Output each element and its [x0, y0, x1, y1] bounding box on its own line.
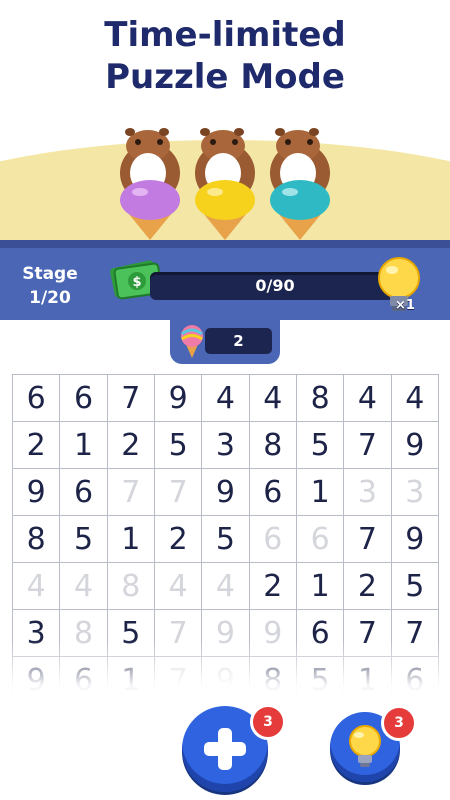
stage-progress: 1/20 [29, 288, 71, 308]
grid-cell[interactable]: 8 [249, 657, 297, 704]
grid-cell[interactable]: 1 [107, 657, 155, 704]
add-button-badge: 3 [250, 704, 286, 740]
hint-count: ×1 [395, 298, 415, 313]
grid-cell[interactable]: 4 [202, 563, 250, 610]
grid-cell[interactable]: 5 [296, 657, 345, 704]
grid-cell[interactable]: 4 [391, 375, 439, 422]
grid-cell[interactable]: 7 [344, 516, 392, 563]
grid-cell[interactable]: 9 [154, 375, 203, 422]
grid-cell[interactable]: 4 [60, 563, 108, 610]
grid-cell[interactable]: 6 [296, 610, 345, 657]
grid-cell[interactable]: 5 [391, 563, 439, 610]
grid-cell[interactable]: 8 [296, 375, 345, 422]
grid-cell[interactable]: 3 [202, 422, 250, 469]
grid-cell[interactable]: 7 [154, 657, 203, 704]
grid-cell[interactable]: 5 [60, 516, 108, 563]
grid-cell[interactable]: 2 [344, 563, 392, 610]
grid-cell[interactable]: 8 [13, 516, 61, 563]
progress-text: 0/90 [255, 276, 295, 295]
stage-label: Stage [22, 264, 78, 284]
grid-cell[interactable]: 6 [249, 469, 297, 516]
grid-cell[interactable]: 1 [296, 469, 345, 516]
grid-cell[interactable]: 4 [154, 563, 203, 610]
grid-cell[interactable]: 4 [13, 563, 61, 610]
grid-cell[interactable]: 3 [13, 610, 61, 657]
plus-icon-vertical [218, 728, 232, 770]
grid-cell[interactable]: 7 [344, 422, 392, 469]
grid-cell[interactable]: 6 [391, 657, 439, 704]
grid-cell[interactable]: 6 [60, 375, 108, 422]
grid-cell[interactable]: 8 [249, 422, 297, 469]
promo-banner: Time-limited Puzzle Mode [0, 0, 450, 245]
grid-cell[interactable]: 5 [202, 516, 250, 563]
grid-cell[interactable]: 1 [60, 422, 108, 469]
grid-cell[interactable]: 9 [249, 610, 297, 657]
grid-cell[interactable]: 4 [344, 375, 392, 422]
grid-cell[interactable]: 9 [202, 610, 250, 657]
grid-cell[interactable]: 1 [296, 563, 345, 610]
grid-cell[interactable]: 9 [13, 657, 61, 704]
grid-cell[interactable]: 1 [344, 657, 392, 704]
grid-cell[interactable]: 9 [391, 422, 439, 469]
grid-cell[interactable]: 6 [13, 375, 61, 422]
promo-title: Time-limited Puzzle Mode [0, 14, 450, 98]
grid-cell[interactable]: 8 [60, 610, 108, 657]
grid-cell[interactable]: 4 [202, 375, 250, 422]
grid-cell[interactable]: 6 [60, 657, 108, 704]
grid-cell[interactable]: 7 [391, 610, 439, 657]
svg-text:$: $ [132, 275, 141, 290]
promo-title-line2: Puzzle Mode [105, 57, 345, 97]
stage-panel-rim [0, 240, 450, 248]
grid-cell[interactable]: 6 [249, 516, 297, 563]
grid-cell[interactable]: 9 [391, 516, 439, 563]
grid-cell[interactable]: 7 [154, 469, 203, 516]
grid-cell[interactable]: 7 [154, 610, 203, 657]
promo-title-line1: Time-limited [104, 15, 346, 55]
grid-cell[interactable]: 2 [107, 422, 155, 469]
grid-cell[interactable]: 8 [107, 563, 155, 610]
collectible-count: 2 [205, 328, 272, 354]
grid-cell[interactable]: 9 [202, 657, 250, 704]
hint-button-badge: 3 [381, 705, 417, 741]
grid-cell[interactable]: 7 [107, 375, 155, 422]
stage-indicator: Stage 1/20 [10, 262, 90, 310]
grid-cell[interactable]: 2 [249, 563, 297, 610]
stage-progress-bar: 0/90 [150, 272, 400, 300]
grid-cell[interactable]: 5 [296, 422, 345, 469]
grid-cell[interactable]: 6 [60, 469, 108, 516]
ice-cream-icon [176, 322, 208, 360]
grid-cell[interactable]: 3 [391, 469, 439, 516]
grid-cell[interactable]: 4 [249, 375, 297, 422]
grid-cell[interactable]: 2 [154, 516, 203, 563]
grid-cell[interactable]: 1 [107, 516, 155, 563]
grid-cell[interactable]: 7 [107, 469, 155, 516]
grid-cell[interactable]: 9 [13, 469, 61, 516]
grid-cell[interactable]: 6 [296, 516, 345, 563]
grid-cell[interactable]: 5 [154, 422, 203, 469]
grid-cell[interactable]: 3 [344, 469, 392, 516]
grid-cell[interactable]: 7 [344, 610, 392, 657]
capybara-with-teal-cone [250, 118, 350, 245]
lightbulb-icon [349, 725, 381, 767]
grid-cell[interactable]: 9 [202, 469, 250, 516]
grid-cell[interactable]: 5 [107, 610, 155, 657]
grid-cell[interactable]: 2 [13, 422, 61, 469]
